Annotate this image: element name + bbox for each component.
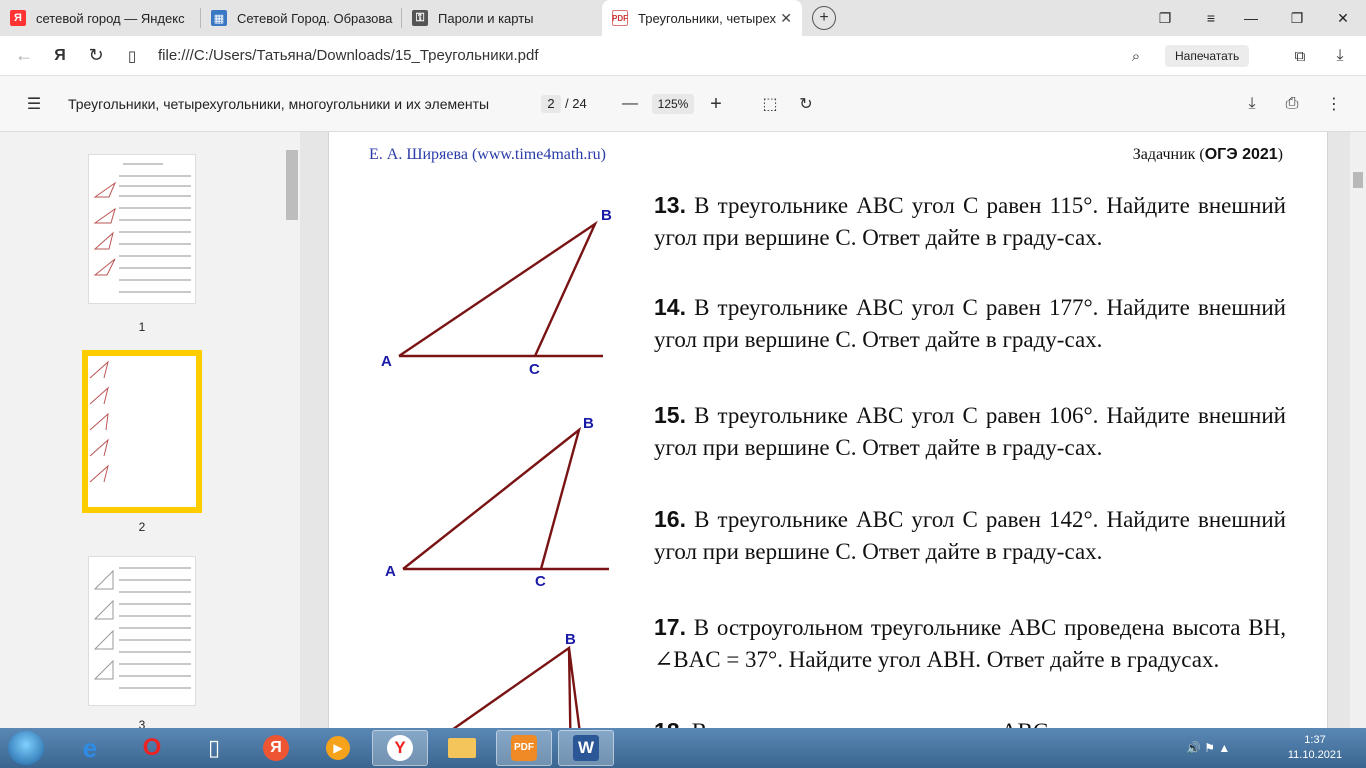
extensions-icon[interactable]: ⧉ — [1282, 38, 1318, 74]
document-view[interactable]: Е. А. Ширяева (www.time4math.ru) Задачни… — [300, 132, 1350, 728]
passwords-icon: ⚿ — [412, 10, 428, 26]
tab-panel-icon[interactable]: ❐ — [1142, 0, 1188, 36]
label-b: B — [601, 207, 612, 224]
thumbnail-figures — [93, 569, 114, 680]
system-clock[interactable]: 1:37 11.10.2021 — [1280, 733, 1350, 763]
zoom-in-icon[interactable]: + — [704, 92, 728, 116]
tab-yandex-search[interactable]: Я сетевой город — Яндекс — [0, 0, 200, 36]
address-bar: ← Я ↻ ▯ file:///C:/Users/Татьяна/Downloa… — [0, 36, 1366, 76]
print-icon[interactable]: ⎙ — [1280, 92, 1304, 116]
media-player-icon[interactable]: ▶ — [310, 730, 366, 766]
taskbar: e O ▯ Я ▶ Y PDF W 🔊 ⚑ ▲ 1:37 11.10.2021 — [0, 728, 1366, 768]
tab-title: сетевой город — Яндекс — [36, 10, 185, 26]
thumbnail-figures — [89, 360, 109, 483]
internet-explorer-icon[interactable]: e — [62, 730, 118, 766]
yandex-browser-icon[interactable]: Я — [248, 730, 304, 766]
thumbnail-page-1[interactable] — [88, 154, 196, 304]
tab-strip: Я сетевой город — Яндекс ▦ Сетевой Город… — [0, 0, 1366, 36]
problem-17: 17. В остроугольном треугольнике ABC про… — [654, 614, 1286, 672]
thumbnail-page-2[interactable] — [82, 350, 202, 513]
file-icon: ▯ — [127, 47, 137, 65]
problem-16: 16. В треугольнике ABC угол C равен 142°… — [654, 506, 1286, 564]
document-scrollbar-thumb[interactable] — [1353, 172, 1363, 188]
tab-title: Пароли и карты — [438, 10, 534, 26]
thumbnail-figures — [93, 181, 117, 276]
system-tray-icons[interactable]: 🔊 ⚑ ▲ — [1186, 741, 1230, 755]
label-b: B — [583, 415, 594, 432]
triangle-figures: B A C B A C B — [381, 207, 612, 728]
rotate-icon[interactable]: ↻ — [794, 92, 818, 116]
thumbnail-sidebar: 1 2 3 — [0, 132, 300, 732]
print-button[interactable]: Напечатать — [1165, 45, 1250, 67]
tab-passwords[interactable]: ⚿ Пароли и карты — [402, 0, 602, 36]
back-arrow-icon[interactable]: ← — [6, 38, 42, 74]
fit-page-icon[interactable]: ⬚ — [758, 92, 782, 116]
minimize-icon[interactable]: — — [1228, 0, 1274, 36]
tab-title: Треугольники, четырех — [638, 10, 776, 26]
word-icon[interactable]: W — [558, 730, 614, 766]
pdf-reader-icon[interactable]: PDF — [496, 730, 552, 766]
yandex-app-icon[interactable]: Y — [372, 730, 428, 766]
clock-time: 1:37 — [1304, 734, 1326, 746]
problem-18: 18. В остроугольном треугольнике ABC про… — [654, 716, 1286, 728]
pdf-page: Е. А. Ширяева (www.time4math.ru) Задачни… — [328, 132, 1328, 728]
yandex-icon: Я — [10, 10, 26, 26]
notepad-icon[interactable]: ▯ — [186, 730, 242, 766]
sidebar-menu-icon[interactable]: ☰ — [22, 92, 46, 116]
opera-icon[interactable]: O — [124, 730, 180, 766]
page-total: / 24 — [565, 96, 587, 111]
thumbnail-label: 2 — [138, 520, 146, 534]
problem-14: 14. В треугольнике ABC угол C равен 177°… — [654, 294, 1286, 352]
zoom-out-icon[interactable]: — — [618, 92, 642, 116]
zoom-search-icon[interactable]: ⌕ — [1118, 38, 1154, 74]
tab-school-portal[interactable]: ▦ Сетевой Город. Образова — [201, 0, 401, 36]
problem-15: 15. В треугольнике ABC угол C равен 106°… — [654, 402, 1286, 460]
document-scrollbar[interactable] — [1350, 132, 1366, 728]
download-icon[interactable]: ⤓ — [1240, 92, 1264, 116]
file-explorer-icon[interactable] — [434, 730, 490, 766]
more-options-icon[interactable]: ⋮ — [1322, 92, 1346, 116]
problem-13: 13. В треугольнике ABC угол C равен 115°… — [654, 192, 1286, 250]
close-window-icon[interactable]: ✕ — [1320, 0, 1366, 36]
sidebar-scrollbar-thumb[interactable] — [286, 150, 298, 220]
pdf-toolbar: ☰ Треугольники, четырехугольники, многоу… — [0, 76, 1366, 132]
new-tab-button[interactable]: + — [812, 6, 836, 30]
close-tab-icon[interactable]: ✕ — [780, 10, 792, 27]
thumbnail-label: 1 — [138, 320, 146, 334]
figure-triangle-15 — [402, 426, 582, 570]
reload-icon[interactable]: ↻ — [78, 38, 114, 74]
figure-triangle-17 — [452, 645, 581, 728]
document-title: Треугольники, четырехугольники, многоуго… — [68, 96, 490, 112]
tab-pdf-document[interactable]: PDF Треугольники, четырех ✕ — [602, 0, 802, 36]
figure-triangle-13 — [398, 220, 598, 357]
tab-title: Сетевой Город. Образова — [237, 10, 393, 26]
label-a: A — [381, 353, 392, 370]
maximize-icon[interactable]: ❐ — [1274, 0, 1320, 36]
label-b: B — [565, 631, 576, 648]
thumbnail-page-3[interactable] — [88, 556, 196, 706]
label-c: C — [529, 361, 540, 378]
label-a: A — [385, 563, 396, 580]
label-c: C — [535, 573, 546, 590]
url-text[interactable]: file:///C:/Users/Татьяна/Downloads/15_Тр… — [158, 47, 539, 64]
clock-date: 11.10.2021 — [1287, 749, 1343, 761]
start-button[interactable] — [8, 731, 44, 765]
pdf-icon: PDF — [612, 10, 628, 26]
yandex-logo-icon[interactable]: Я — [42, 38, 78, 74]
download-icon[interactable]: ⤓ — [1322, 38, 1358, 74]
zoom-level[interactable]: 125% — [652, 94, 694, 114]
school-portal-icon: ▦ — [211, 10, 227, 26]
sidebar-scrollbar[interactable] — [284, 142, 298, 728]
page-header-title: Задачник (ОГЭ 2021) — [1132, 146, 1283, 163]
page-number-input[interactable]: 2 — [541, 95, 561, 113]
